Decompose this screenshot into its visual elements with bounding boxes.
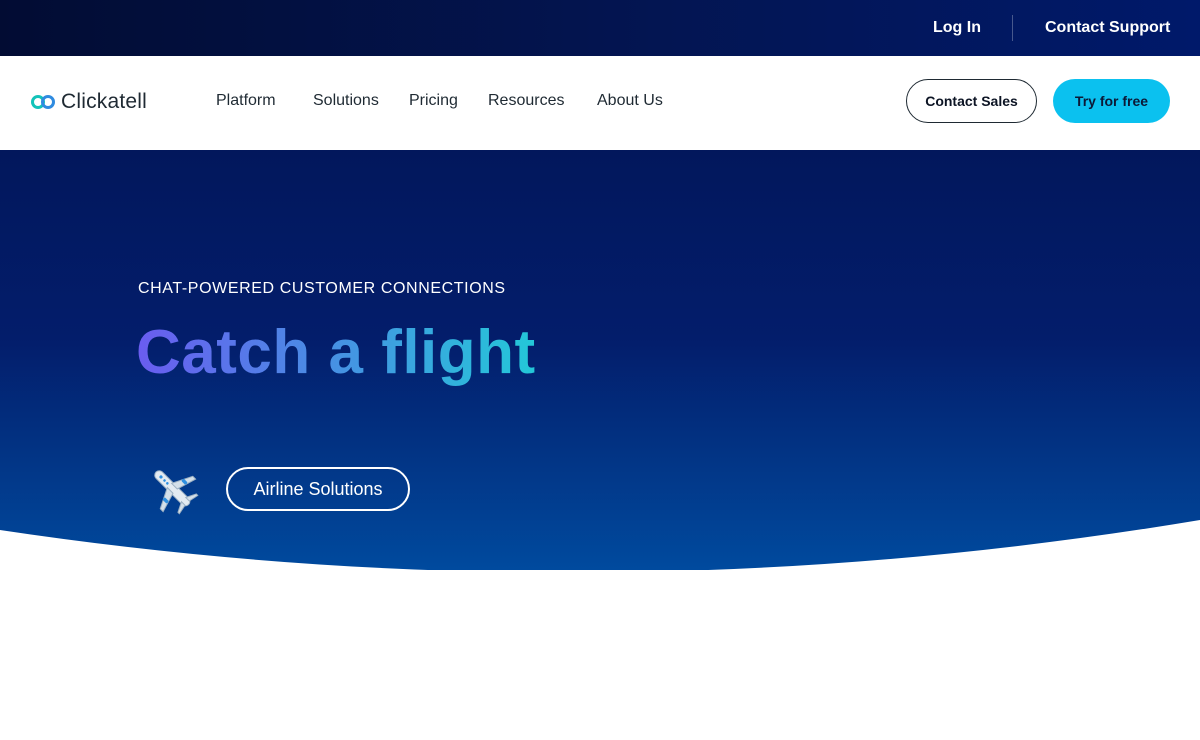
linked-rings-logo-icon [31, 95, 55, 109]
contact-support-link[interactable]: Contact Support [1045, 0, 1170, 56]
airline-solutions-button[interactable]: Airline Solutions [226, 467, 410, 511]
airplane-icon [154, 470, 199, 515]
logo[interactable]: Clickatell [30, 89, 147, 115]
hero-bottom-curve [0, 520, 1200, 740]
contact-sales-button[interactable]: Contact Sales [906, 79, 1037, 123]
nav-item-platform[interactable]: Platform [216, 56, 276, 150]
login-link[interactable]: Log In [933, 0, 981, 56]
logo-wordmark: Clickatell [61, 90, 148, 113]
utility-divider [1012, 15, 1013, 41]
try-for-free-button[interactable]: Try for free [1053, 79, 1170, 123]
nav-item-solutions[interactable]: Solutions [313, 56, 379, 150]
nav-item-about-us[interactable]: About Us [597, 56, 663, 150]
hero-title: Catch a flight [136, 316, 536, 390]
hero-eyebrow: CHAT-POWERED CUSTOMER CONNECTIONS [138, 280, 506, 297]
nav-item-resources[interactable]: Resources [488, 56, 564, 150]
utility-bar: Log In Contact Support [0, 0, 1200, 56]
nav-item-pricing[interactable]: Pricing [409, 56, 458, 150]
main-nav: Clickatell Platform Solutions Pricing Re… [0, 56, 1200, 150]
